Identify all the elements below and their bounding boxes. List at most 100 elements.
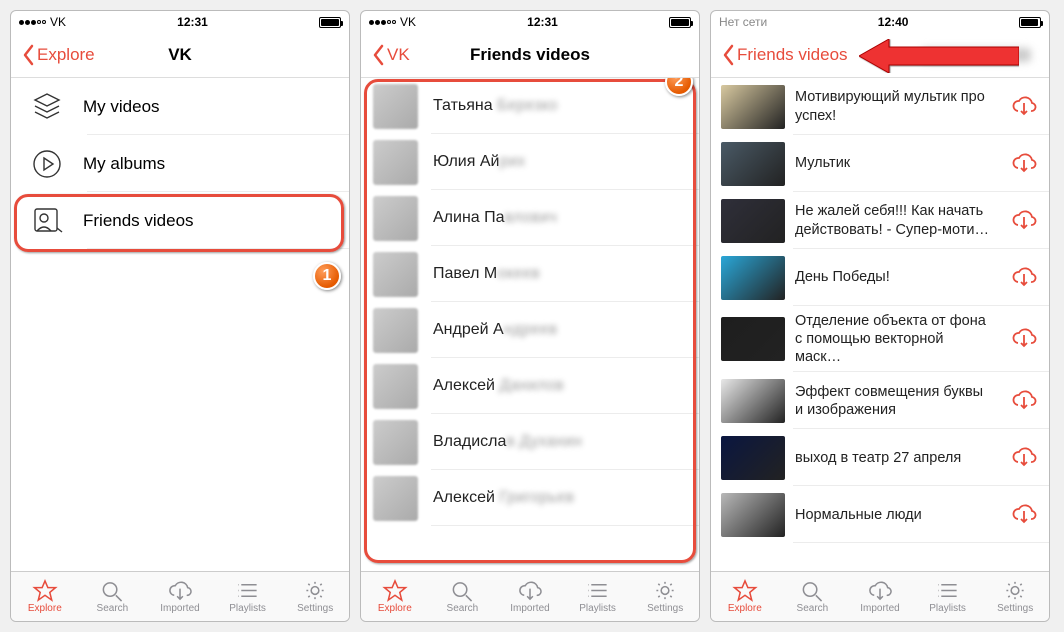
back-button[interactable]: Explore: [21, 44, 95, 66]
list-icon: [235, 579, 261, 602]
video-title: выход в театр 27 апреля: [795, 449, 999, 467]
carrier-label: VK: [50, 15, 66, 29]
tab-label: Explore: [728, 603, 762, 614]
avatar: [373, 84, 418, 129]
carrier-label: Нет сети: [719, 15, 767, 29]
status-time: 12:40: [878, 15, 909, 29]
video-thumbnail: [721, 317, 785, 361]
video-thumbnail: [721, 85, 785, 129]
tab-label: Imported: [160, 603, 199, 614]
tab-label: Imported: [510, 603, 549, 614]
back-label: VK: [387, 45, 410, 65]
nav-bar: Explore VK: [11, 33, 349, 78]
tab-imported[interactable]: Imported: [496, 572, 564, 621]
tab-explore[interactable]: Explore: [711, 572, 779, 621]
menu-friends-videos[interactable]: Friends videos: [11, 192, 349, 249]
avatar: [373, 196, 418, 241]
nav-bar: VK Friends videos: [361, 33, 699, 78]
tab-search[interactable]: Search: [429, 572, 497, 621]
search-icon: [449, 579, 475, 602]
download-button[interactable]: [1009, 388, 1039, 414]
friend-row[interactable]: Алексей Данилов: [361, 358, 699, 414]
cloud-download-icon: [1011, 445, 1037, 471]
video-row[interactable]: День Победы!: [711, 249, 1049, 306]
video-row[interactable]: Отделение объекта от фона с помощью вект…: [711, 306, 1049, 372]
video-title: Нормальные люди: [795, 506, 999, 524]
cloud-download-icon: [1011, 388, 1037, 414]
gear-icon: [1002, 579, 1028, 602]
avatar: [373, 364, 418, 409]
download-button[interactable]: [1009, 326, 1039, 352]
tab-settings[interactable]: Settings: [981, 572, 1049, 621]
cloud-download-icon: [867, 579, 893, 602]
chevron-left-icon: [371, 44, 385, 66]
friend-row[interactable]: Алина Павлович: [361, 190, 699, 246]
video-row[interactable]: Не жалей себя!!! Как начать действовать!…: [711, 192, 1049, 249]
friend-row[interactable]: Павел Мокеев: [361, 246, 699, 302]
video-row[interactable]: Мультик: [711, 135, 1049, 192]
tab-search[interactable]: Search: [779, 572, 847, 621]
tab-playlists[interactable]: Playlists: [564, 572, 632, 621]
video-row[interactable]: Эффект совмещения буквы и изображения: [711, 372, 1049, 429]
tab-imported[interactable]: Imported: [846, 572, 914, 621]
download-button[interactable]: [1009, 502, 1039, 528]
tab-settings[interactable]: Settings: [631, 572, 699, 621]
menu-my-videos[interactable]: My videos: [11, 78, 349, 135]
friend-row[interactable]: Владислав Духанин: [361, 414, 699, 470]
avatar: [373, 420, 418, 465]
search-icon: [799, 579, 825, 602]
friend-name: Алина Павлович: [433, 209, 557, 227]
download-button[interactable]: [1009, 445, 1039, 471]
menu-my-albums[interactable]: My albums: [11, 135, 349, 192]
friend-row[interactable]: Татьяна Березко: [361, 78, 699, 134]
signal-dots: [369, 20, 396, 25]
phone-screen-1: VK 12:31 Explore VK My videos My albums …: [10, 10, 350, 622]
back-button[interactable]: Friends videos: [721, 44, 848, 66]
carrier-label: VK: [400, 15, 416, 29]
menu-label: My albums: [83, 154, 165, 174]
tab-label: Playlists: [229, 603, 266, 614]
tab-explore[interactable]: Explore: [11, 572, 79, 621]
friend-row[interactable]: Юлия Айрих: [361, 134, 699, 190]
cloud-download-icon: [1011, 208, 1037, 234]
avatar: [373, 476, 418, 521]
tab-label: Playlists: [929, 603, 966, 614]
signal-dots: [19, 20, 46, 25]
tab-search[interactable]: Search: [79, 572, 147, 621]
tab-explore[interactable]: Explore: [361, 572, 429, 621]
download-button[interactable]: [1009, 94, 1039, 120]
friend-row[interactable]: Алексей Григорьев: [361, 470, 699, 526]
tab-bar: Explore Search Imported Playlists Settin…: [11, 571, 349, 621]
video-row[interactable]: Нормальные люди: [711, 486, 1049, 543]
chevron-left-icon: [721, 44, 735, 66]
back-label: Explore: [37, 45, 95, 65]
tab-imported[interactable]: Imported: [146, 572, 214, 621]
cloud-download-icon: [1011, 502, 1037, 528]
tab-playlists[interactable]: Playlists: [214, 572, 282, 621]
tab-label: Settings: [647, 603, 683, 614]
content-area: Татьяна Березко Юлия Айрих Алина Павлови…: [361, 78, 699, 571]
friend-row[interactable]: Андрей Андреев: [361, 302, 699, 358]
star-icon: [382, 579, 408, 602]
badge-1: 1: [313, 262, 341, 290]
video-thumbnail: [721, 142, 785, 186]
download-button[interactable]: [1009, 265, 1039, 291]
back-label: Friends videos: [737, 45, 848, 65]
tab-label: Playlists: [579, 603, 616, 614]
gear-icon: [652, 579, 678, 602]
back-button[interactable]: VK: [371, 44, 410, 66]
cloud-download-icon: [1011, 94, 1037, 120]
download-button[interactable]: [1009, 151, 1039, 177]
battery-icon: [1019, 17, 1041, 28]
tab-label: Imported: [860, 603, 899, 614]
tab-playlists[interactable]: Playlists: [914, 572, 982, 621]
tab-settings[interactable]: Settings: [281, 572, 349, 621]
video-row[interactable]: выход в театр 27 апреля: [711, 429, 1049, 486]
video-row[interactable]: Мотивирующий мультик про успех!: [711, 78, 1049, 135]
video-thumbnail: [721, 493, 785, 537]
friend-name: Павел Мокеев: [433, 265, 540, 283]
video-title: Отделение объекта от фона с помощью вект…: [795, 312, 999, 366]
content-area: Мотивирующий мультик про успех! Мультик …: [711, 78, 1049, 571]
download-button[interactable]: [1009, 208, 1039, 234]
tab-label: Settings: [997, 603, 1033, 614]
